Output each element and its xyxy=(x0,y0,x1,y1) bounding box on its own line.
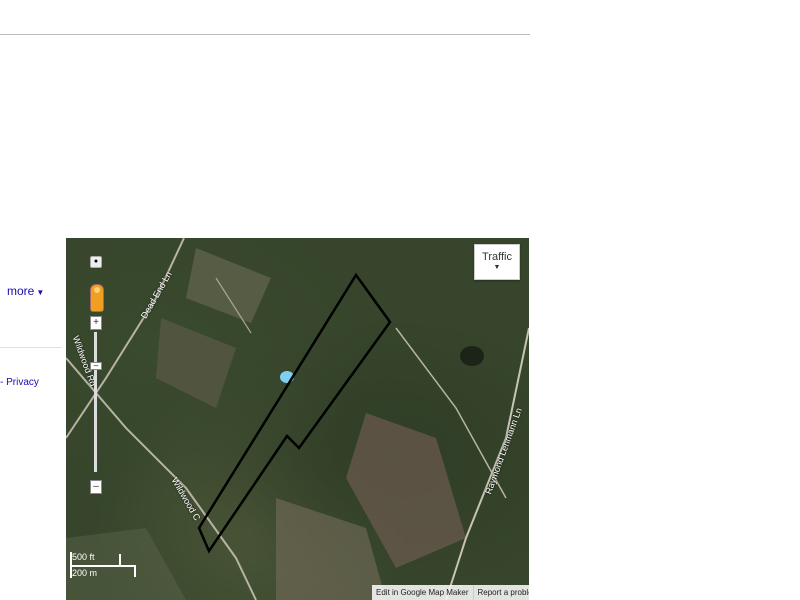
top-divider xyxy=(0,34,530,35)
zoom-out-icon[interactable]: – xyxy=(90,480,102,494)
more-link[interactable]: more ▼ xyxy=(7,284,44,298)
zoom-in-icon[interactable]: + xyxy=(90,316,102,330)
zoom-slider-thumb[interactable]: – xyxy=(90,362,102,370)
traffic-button[interactable]: Traffic ▼ xyxy=(474,244,520,280)
map-footer: Edit in Google Map Maker Report a proble… xyxy=(372,585,529,600)
pan-icon[interactable]: ● xyxy=(90,256,102,268)
satellite-map[interactable]: Dead End Ln Wildwood Rd Wildwood C Raymo… xyxy=(66,238,529,600)
privacy-link[interactable]: - Privacy xyxy=(0,377,39,388)
chevron-down-icon: ▼ xyxy=(36,288,45,297)
traffic-label: Traffic xyxy=(482,251,512,263)
edit-map-maker-link[interactable]: Edit in Google Map Maker xyxy=(372,585,473,600)
scale-ft: 500 ft xyxy=(72,552,95,562)
pegman-icon[interactable] xyxy=(90,284,104,312)
report-problem-link[interactable]: Report a problem xyxy=(472,585,529,600)
scale-m: 200 m xyxy=(72,568,98,578)
zoom-slider-track[interactable] xyxy=(94,332,97,472)
scale-bar: 500 ft 200 m xyxy=(70,550,138,580)
left-divider xyxy=(0,347,62,348)
map-imagery xyxy=(66,238,529,600)
more-label: more xyxy=(7,284,35,298)
chevron-down-icon: ▼ xyxy=(493,264,501,271)
